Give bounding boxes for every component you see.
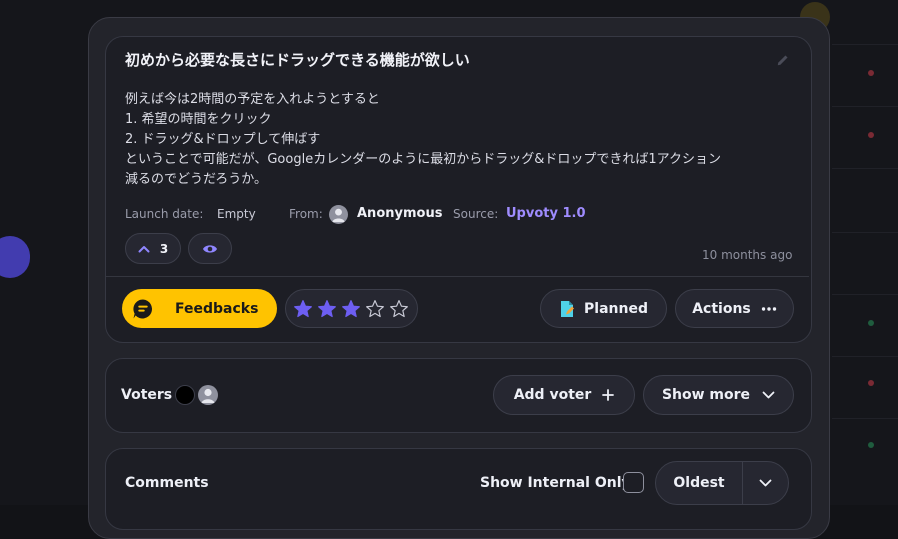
actions-label: Actions [692,300,751,317]
add-voter-button[interactable]: Add voter [493,375,635,415]
plus-icon [602,389,615,401]
chevron-down-icon [762,391,775,399]
feedbacks-label: Feedbacks [175,300,259,317]
description-line: ということで可能だが、Googleカレンダーのように最初からドラッグ&ドロップで… [125,152,721,167]
rating-stars[interactable] [285,289,418,328]
show-internal-checkbox[interactable] [623,472,644,493]
author-avatar [329,205,348,224]
description-line: 2. ドラッグ&ドロップして伸ばす [125,132,321,147]
author-name: Anonymous [357,206,443,221]
chevron-up-icon [138,245,150,252]
timestamp: 10 months ago [702,248,793,262]
source-label: Source: [453,207,499,221]
background-divider [832,44,898,45]
background-nav-pill [0,236,30,278]
comment-sort-select[interactable]: Oldest [655,461,789,505]
background-divider [832,418,898,419]
watch-button[interactable] [188,233,232,264]
add-voter-label: Add voter [513,387,592,403]
background-divider [832,106,898,107]
actions-menu-button[interactable]: Actions [675,289,794,328]
feedback-title: 初めから必要な長さにドラッグできる機能が欲しい [125,51,470,69]
description-line: 例えば今は2時間の予定を入れようとすると [125,92,380,107]
card-divider [106,276,809,277]
edit-icon[interactable] [776,53,790,67]
launch-date-value: Empty [217,207,256,221]
background-status-dot [868,442,874,448]
show-more-label: Show more [661,387,751,403]
voter-avatar[interactable] [198,385,218,405]
status-label: Planned [584,300,648,317]
vote-count: 3 [159,241,169,256]
star-icon[interactable] [293,299,313,319]
voter-avatar[interactable] [175,385,195,405]
user-icon [201,388,215,403]
star-icon[interactable] [317,299,337,319]
background-divider [832,232,898,233]
source-link[interactable]: Upvoty 1.0 [506,206,586,221]
feedbacks-button[interactable]: Feedbacks [122,289,277,328]
background-status-dot [868,320,874,326]
show-more-button[interactable]: Show more [643,375,794,415]
star-outline-icon[interactable] [389,299,409,319]
show-internal-label: Show Internal Only [480,475,631,491]
background-divider [832,168,898,169]
sort-value[interactable]: Oldest [656,462,742,504]
sort-dropdown-toggle[interactable] [742,462,788,504]
comments-label: Comments [125,475,209,491]
status-planned-button[interactable]: Planned [540,289,667,328]
upvote-button[interactable]: 3 [125,233,181,264]
voters-label: Voters [121,387,173,403]
feedback-description: 例えば今は2時間の予定を入れようとすると 1. 希望の時間をクリック 2. ドラ… [125,90,785,190]
background-divider [832,356,898,357]
background-status-dot [868,380,874,386]
user-icon [332,208,345,223]
chat-icon [133,298,153,318]
background-divider [832,294,898,295]
star-icon[interactable] [341,299,361,319]
eye-icon [203,244,217,253]
star-outline-icon[interactable] [365,299,385,319]
document-icon [561,300,575,317]
description-line: 1. 希望の時間をクリック [125,112,272,127]
from-label: From: [289,207,323,221]
chevron-down-icon [759,479,772,487]
launch-date-label: Launch date: [125,207,204,221]
more-dots-icon [761,306,776,311]
background-status-dot [868,70,874,76]
description-line: 減るのでどうだろうか。 [125,172,267,187]
background-status-dot [868,132,874,138]
